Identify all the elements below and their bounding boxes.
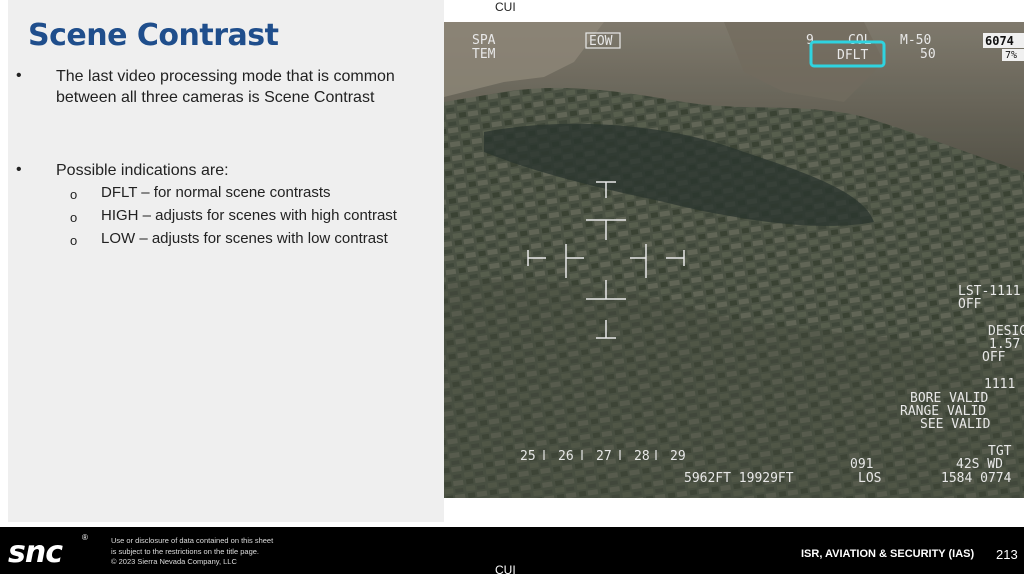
bullet-marker: • xyxy=(16,67,22,84)
bullet-marker: • xyxy=(16,161,22,178)
bullet-text-1: The last video processing mode that is c… xyxy=(56,68,395,106)
scale-tick-label: 29 xyxy=(670,449,686,464)
sub-item-high: HIGH – adjusts for scenes with high cont… xyxy=(101,207,397,224)
classification-bottom: CUI xyxy=(495,563,516,577)
terrain-image: SPA TEM EOW 9 COL DFLT M-50 50 6074 7% L… xyxy=(444,22,1024,498)
registered-mark: ® xyxy=(82,533,88,542)
footer-bar: snc ® Use or disclosure of data containe… xyxy=(0,527,1024,577)
page-number: 213 xyxy=(996,547,1018,562)
snc-logo: snc xyxy=(8,535,63,570)
scale-tick-label: 26 xyxy=(558,449,574,464)
department-label: ISR, AVIATION & SECURITY (IAS) xyxy=(801,548,975,560)
bullet-text-2: Possible indications are: xyxy=(56,162,229,179)
hud-tem: TEM xyxy=(472,47,496,62)
hud-lst-state: OFF xyxy=(958,297,982,312)
slide-title: Scene Contrast xyxy=(28,18,279,53)
hud-mode: EOW xyxy=(589,34,613,49)
scale-tick-label: 28 xyxy=(634,449,650,464)
sub-bullet-marker: o xyxy=(70,233,78,248)
classification-top: CUI xyxy=(495,0,516,14)
disclaimer: Use or disclosure of data contained on t… xyxy=(111,536,273,568)
hud-desig-state: OFF xyxy=(982,350,1006,365)
disclaimer-line: © 2023 Sierra Nevada Company, LLC xyxy=(111,557,237,566)
scale-tick-label: 27 xyxy=(596,449,612,464)
hud-los: LOS xyxy=(858,471,881,486)
hud-m-value2: 50 xyxy=(920,47,936,62)
sub-item-dflt: DFLT – for normal scene contrasts xyxy=(101,184,331,201)
hud-corner-number: 6074 xyxy=(985,34,1014,48)
sub-item-low: LOW – adjusts for scenes with low contra… xyxy=(101,230,388,247)
hud-m-value: M-50 xyxy=(900,33,931,48)
hud-see: SEE VALID xyxy=(920,417,991,432)
hud-code: 1111 xyxy=(984,377,1015,392)
hud-coord: 1584 0774 xyxy=(941,471,1012,486)
disclaimer-line: Use or disclosure of data contained on t… xyxy=(111,536,274,545)
hud-heading: 091 xyxy=(850,457,873,472)
hud-wd: 42S WD xyxy=(956,457,1003,472)
hud-distances: 5962FT 19929FT xyxy=(684,471,794,486)
sub-bullet-marker: o xyxy=(70,210,78,225)
sub-bullet-marker: o xyxy=(70,187,78,202)
disclaimer-line: is subject to the restrictions on the ti… xyxy=(111,546,259,556)
scale-tick-label: 25 xyxy=(520,449,536,464)
hud-contrast-mode: DFLT xyxy=(837,48,868,63)
hud-spa: SPA xyxy=(472,33,496,48)
hud-corner-pct: 7% xyxy=(1005,50,1017,61)
camera-video-frame: SPA TEM EOW 9 COL DFLT M-50 50 6074 7% L… xyxy=(444,22,1024,498)
